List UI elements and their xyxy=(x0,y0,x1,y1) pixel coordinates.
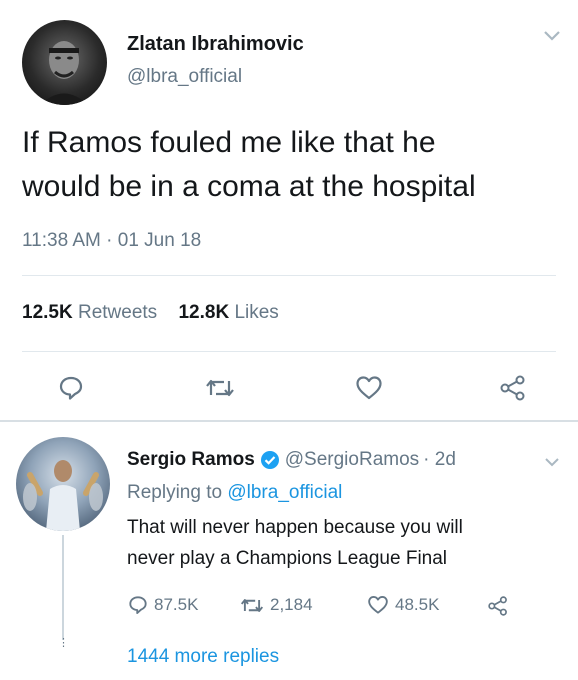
reply-age[interactable]: · 2d xyxy=(423,449,456,471)
divider xyxy=(22,351,556,352)
main-author-name[interactable]: Zlatan Ibrahimovic xyxy=(127,33,304,56)
divider xyxy=(22,275,556,276)
ramos-avatar[interactable] xyxy=(16,437,110,531)
reply-button[interactable] xyxy=(55,372,87,404)
reply-header: Sergio Ramos @SergioRamos · 2d xyxy=(127,449,456,471)
reply-chevron-down-icon[interactable] xyxy=(540,452,564,472)
replying-to-handle-link[interactable]: @lbra_official xyxy=(227,482,342,503)
chevron-down-icon[interactable] xyxy=(540,26,564,46)
retweet-icon xyxy=(206,379,234,397)
reply-text-line2: never play a Champions League Final xyxy=(127,548,448,569)
retweet-button[interactable] xyxy=(202,372,238,404)
main-tweet-text-line1: If Ramos fouled me like that he xyxy=(22,126,436,159)
like-count: 48.5K xyxy=(395,595,440,614)
retweet-count: 2,184 xyxy=(270,595,313,614)
reply-text-line1: That will never happen because you will xyxy=(127,517,463,538)
likes-label: Likes xyxy=(234,302,279,323)
thread-line xyxy=(62,535,64,640)
main-author-handle[interactable]: @lbra_official xyxy=(127,66,242,88)
reply-reply-button[interactable]: 87.5K xyxy=(128,595,198,615)
share-icon xyxy=(500,375,525,401)
share-button[interactable] xyxy=(496,372,530,404)
more-replies-link[interactable]: 1444 more replies xyxy=(127,646,279,668)
reply-icon xyxy=(59,376,83,400)
retweets-label: Retweets xyxy=(77,302,158,323)
heart-icon xyxy=(368,596,388,614)
retweets-stat[interactable]: 12.5K Retweets xyxy=(22,302,162,323)
likes-count: 12.8K xyxy=(178,302,230,323)
main-tweet-timestamp[interactable]: 11:38 AM · 01 Jun 18 xyxy=(22,230,201,252)
share-icon xyxy=(488,596,507,616)
engagement-stats: 12.5K Retweets 12.8K Likes xyxy=(22,302,279,324)
reply-icon xyxy=(129,596,147,614)
retweets-count: 12.5K xyxy=(22,302,73,323)
verified-badge-icon xyxy=(260,450,280,470)
zlatan-avatar[interactable] xyxy=(22,20,107,105)
reply-author-name[interactable]: Sergio Ramos xyxy=(127,449,255,471)
more-replies-dots: ⋮ xyxy=(58,637,69,649)
reply-like-button[interactable]: 48.5K xyxy=(367,595,439,615)
reply-author-handle[interactable]: @SergioRamos xyxy=(285,449,419,471)
likes-stat[interactable]: 12.8K Likes xyxy=(178,302,278,323)
divider xyxy=(0,420,578,422)
replying-to-label: Replying to xyxy=(127,482,223,503)
reply-retweet-button[interactable]: 2,184 xyxy=(240,595,313,615)
main-tweet-text-line2: would be in a coma at the hospital xyxy=(22,170,476,203)
retweet-icon xyxy=(240,598,264,612)
like-button[interactable] xyxy=(352,372,386,404)
heart-icon xyxy=(356,376,382,400)
replying-to: Replying to @lbra_official xyxy=(127,482,342,504)
reply-share-button[interactable] xyxy=(486,595,510,617)
reply-count: 87.5K xyxy=(154,595,199,614)
